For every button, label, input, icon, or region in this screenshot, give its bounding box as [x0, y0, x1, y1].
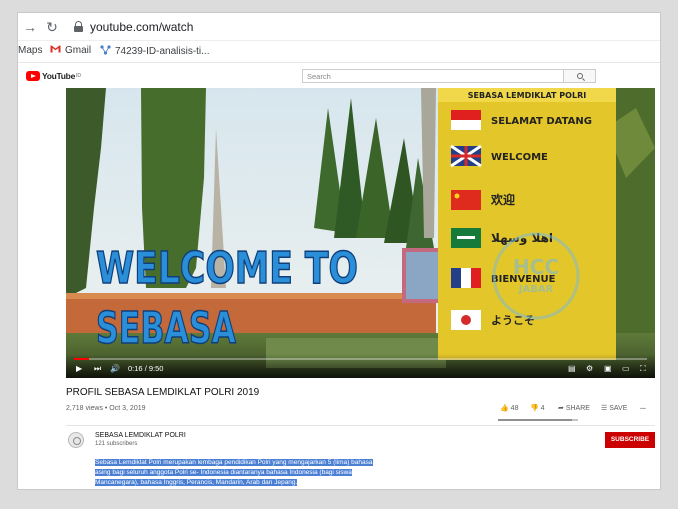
network-icon — [100, 45, 111, 58]
bookmarks-bar: Maps Gmail 74239-ID-analisis-ti... — [18, 41, 660, 63]
subscribe-button[interactable]: SUBSCRIBE — [605, 432, 655, 448]
bookmark-gmail[interactable]: Gmail — [50, 45, 91, 56]
progress-bar[interactable] — [74, 358, 647, 360]
youtube-logo[interactable]: YouTube ID — [26, 70, 81, 82]
url-text[interactable]: youtube.com/watch — [90, 20, 193, 34]
search-input[interactable]: Search — [302, 69, 564, 83]
like-button[interactable]: 👍 48 — [500, 404, 518, 412]
video-frame: SEBASA LEMDIKLAT POLRI SELAMAT DATANG WE… — [66, 88, 655, 378]
volume-icon[interactable]: 🔊 — [110, 363, 120, 375]
share-icon: ➦ — [558, 405, 564, 412]
play-icon[interactable]: ▶ — [76, 363, 82, 375]
video-title: PROFIL SEBASA LEMDIKLAT POLRI 2019 — [66, 387, 260, 398]
thumbs-down-icon: 👎 — [530, 405, 539, 412]
youtube-region: ID — [76, 73, 81, 79]
back-arrow-icon[interactable]: → — [22, 19, 38, 35]
description-line: Sebasa Lemdiklat Polri merupakan lembaga… — [95, 459, 373, 466]
watermark-text: HCC — [513, 255, 559, 279]
more-button[interactable]: ... — [640, 404, 646, 411]
next-icon[interactable]: ⏭ — [94, 363, 101, 375]
video-player[interactable]: SEBASA LEMDIKLAT POLRI SELAMAT DATANG WE… — [66, 88, 655, 378]
captions-icon[interactable]: ▤ — [568, 363, 576, 375]
bookmark-label: Maps — [18, 45, 43, 56]
player-controls: ▶ ⏭ 🔊 0:16 / 9:50 ▤ ⚙ ▣ ▭ ⛶ — [66, 354, 655, 378]
description-line: asing bagi seluruh anggota Polri se- Ind… — [95, 469, 352, 476]
bookmark-maps[interactable]: Maps — [18, 45, 42, 56]
share-button[interactable]: ➦ SHARE — [558, 404, 590, 412]
gmail-icon — [50, 45, 61, 56]
youtube-play-icon — [26, 71, 40, 81]
thumbs-up-icon: 👍 — [500, 405, 509, 412]
like-ratio-fill — [498, 419, 572, 421]
sign-title: SEBASA LEMDIKLAT POLRI — [468, 91, 586, 100]
like-ratio-bar — [498, 419, 578, 421]
time-display: 0:16 / 9:50 — [128, 364, 164, 373]
address-bar-row: → ↻ youtube.com/watch — [18, 13, 660, 41]
bookmark-label: 74239-ID-analisis-ti... — [115, 46, 210, 58]
save-icon: ☰ — [601, 405, 608, 412]
progress-fill — [74, 358, 90, 360]
overlay-line2: SEBASA — [96, 303, 236, 354]
miniplayer-icon[interactable]: ▣ — [604, 363, 612, 375]
sign-greeting: 欢迎 — [490, 192, 515, 207]
lock-icon — [74, 21, 83, 32]
divider — [66, 425, 655, 426]
video-description: Sebasa Lemdiklat Polri merupakan lembaga… — [95, 458, 385, 488]
channel-name[interactable]: SEBASA LEMDIKLAT POLRI — [95, 432, 186, 439]
dislike-count: 4 — [540, 405, 545, 412]
overlay-line1: WELCOME TO — [96, 243, 358, 294]
bookmark-analisis[interactable]: 74239-ID-analisis-ti... — [100, 45, 209, 58]
settings-icon[interactable]: ⚙ — [586, 363, 593, 375]
save-label: SAVE — [609, 405, 628, 412]
youtube-header: YouTube ID Search — [18, 64, 660, 88]
description-line: Mancanegara), bahasa Inggris, Perancis, … — [95, 479, 298, 486]
search-button[interactable] — [564, 69, 596, 83]
fullscreen-icon[interactable]: ⛶ — [640, 363, 646, 375]
like-count: 48 — [510, 405, 519, 412]
reload-icon[interactable]: ↻ — [44, 19, 60, 35]
views-date: 2,718 views • Oct 3, 2019 — [66, 405, 146, 412]
dislike-button[interactable]: 👎 4 — [530, 404, 545, 412]
theater-icon[interactable]: ▭ — [622, 363, 630, 375]
sign-greeting: SELAMAT DATANG — [491, 116, 592, 127]
channel-avatar[interactable] — [68, 432, 84, 448]
save-button[interactable]: ☰ SAVE — [601, 404, 627, 412]
browser-window: → ↻ youtube.com/watch Maps Gmail 74239-I… — [17, 12, 661, 490]
watermark-sub: JABAR — [518, 284, 554, 295]
search-icon — [577, 73, 583, 79]
subscriber-count: 121 subscribers — [95, 441, 138, 447]
duration: 9:50 — [148, 364, 164, 373]
current-time: 0:16 — [128, 364, 143, 373]
share-label: SHARE — [565, 405, 590, 412]
sign-greeting: WELCOME — [491, 152, 548, 163]
bookmark-label: Gmail — [65, 45, 92, 57]
youtube-wordmark: YouTube — [42, 71, 75, 81]
